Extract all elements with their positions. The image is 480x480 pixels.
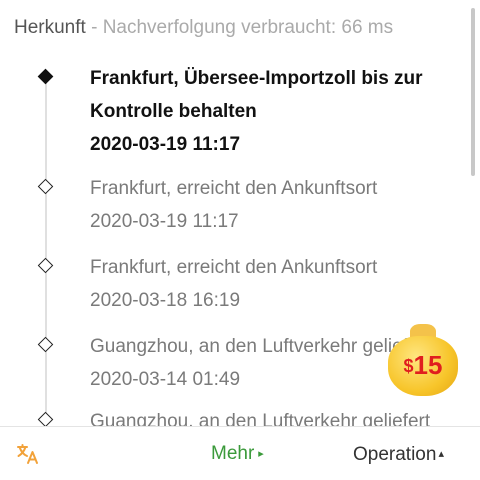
- event-time: 2020-03-14 01:49: [90, 369, 241, 390]
- operation-menu-button[interactable]: Operation ▴: [353, 441, 444, 468]
- timeline-diamond-icon: [37, 178, 54, 195]
- play-arrow-icon: ▸: [258, 448, 264, 460]
- header-separator: -: [85, 17, 103, 38]
- timeline-diamond-icon: [37, 336, 54, 353]
- event-description: Frankfurt, erreicht den Ankunftsort: [90, 178, 378, 199]
- scrollbar[interactable]: [471, 8, 475, 176]
- reward-badge[interactable]: $15: [384, 322, 462, 398]
- origin-label: Herkunft: [14, 17, 86, 38]
- reward-amount: $15: [403, 350, 443, 380]
- timeline-diamond-icon: [37, 411, 54, 428]
- event-description-line2: Kontrolle behalten: [90, 101, 257, 122]
- event-time: 2020-03-18 16:19: [90, 290, 241, 311]
- event-description: Guangzhou, an den Luftverkehr geliefert: [90, 336, 431, 357]
- timeline-line: [45, 80, 47, 428]
- caret-up-icon: ▴: [438, 448, 444, 460]
- timeline-diamond-icon: [37, 257, 54, 274]
- timeline-diamond-filled-icon: [37, 68, 54, 85]
- event-description: Frankfurt, erreicht den Ankunftsort: [90, 257, 378, 278]
- tracking-header: Herkunft - Nachverfolgung verbraucht: 66…: [14, 14, 393, 42]
- event-time: 2020-03-19 11:17: [90, 211, 239, 232]
- translate-icon[interactable]: [16, 443, 40, 465]
- operation-label: Operation: [353, 444, 437, 465]
- bottom-toolbar: Mehr ▸ Operation ▴: [0, 426, 480, 480]
- trace-time-info: Nachverfolgung verbraucht: 66 ms: [102, 17, 394, 38]
- more-button[interactable]: Mehr ▸: [211, 441, 264, 467]
- event-time: 2020-03-19 11:17: [90, 134, 241, 155]
- event-description: Frankfurt, Übersee-Importzoll bis zur: [90, 68, 423, 89]
- more-label: Mehr: [211, 443, 255, 464]
